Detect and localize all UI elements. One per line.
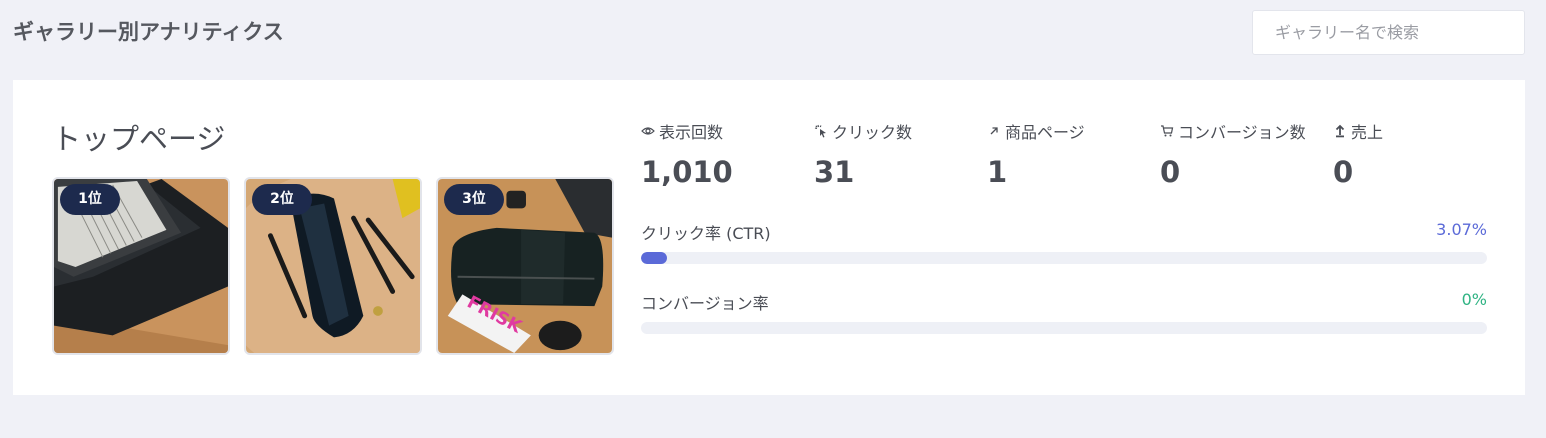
stat-label: コンバージョン数 <box>1178 123 1306 142</box>
ctr-progress-track <box>641 252 1487 264</box>
stat-value: 0 <box>1333 155 1354 189</box>
page-title: ギャラリー別アナリティクス <box>13 20 284 44</box>
cursor-click-icon <box>814 124 826 138</box>
gallery-analytics-card: トップページ 1位 2位 FRISK 3位 表示回数 1,010 クリック数 3… <box>13 80 1525 395</box>
conversion-rate: コンバージョン率 0% <box>641 290 1487 334</box>
stat-label: クリック数 <box>832 123 913 142</box>
conversion-rate-label: コンバージョン率 <box>641 294 769 313</box>
gallery-search-box[interactable] <box>1252 10 1525 55</box>
ctr-progress-fill <box>641 252 667 264</box>
stat-sales: 売上 0 <box>1333 120 1503 189</box>
stat-label: 売上 <box>1351 123 1384 142</box>
top-item-1[interactable]: 1位 <box>52 177 230 355</box>
stat-label: 表示回数 <box>659 123 724 142</box>
top-item-2[interactable]: 2位 <box>244 177 422 355</box>
stat-product-page: 商品ページ 1 <box>987 120 1157 189</box>
stat-impressions: 表示回数 1,010 <box>641 120 811 189</box>
stat-clicks: クリック数 31 <box>814 120 984 189</box>
stat-value: 31 <box>814 155 855 189</box>
ctr-label: クリック率 (CTR) <box>641 224 771 243</box>
gallery-search-input[interactable] <box>1253 11 1524 54</box>
stat-value: 1 <box>987 155 1008 189</box>
eye-icon <box>641 127 655 135</box>
top-item-3[interactable]: FRISK 3位 <box>436 177 614 355</box>
ctr-value: 3.07% <box>1436 220 1487 239</box>
conversion-progress-track <box>641 322 1487 334</box>
cart-icon <box>1161 125 1174 137</box>
upload-icon <box>1335 124 1345 138</box>
stat-value: 1,010 <box>641 155 733 189</box>
stat-label: 商品ページ <box>1005 123 1085 142</box>
rank-badge: 2位 <box>252 184 312 215</box>
stat-value: 0 <box>1160 155 1181 189</box>
arrow-up-right-icon <box>990 127 998 135</box>
ctr-rate: クリック率 (CTR) 3.07% <box>641 220 1487 264</box>
stat-conversions: コンバージョン数 0 <box>1160 120 1330 189</box>
rank-badge: 1位 <box>60 184 120 215</box>
conversion-rate-value: 0% <box>1461 290 1487 309</box>
rank-badge: 3位 <box>444 184 504 215</box>
gallery-name: トップページ <box>52 122 226 156</box>
